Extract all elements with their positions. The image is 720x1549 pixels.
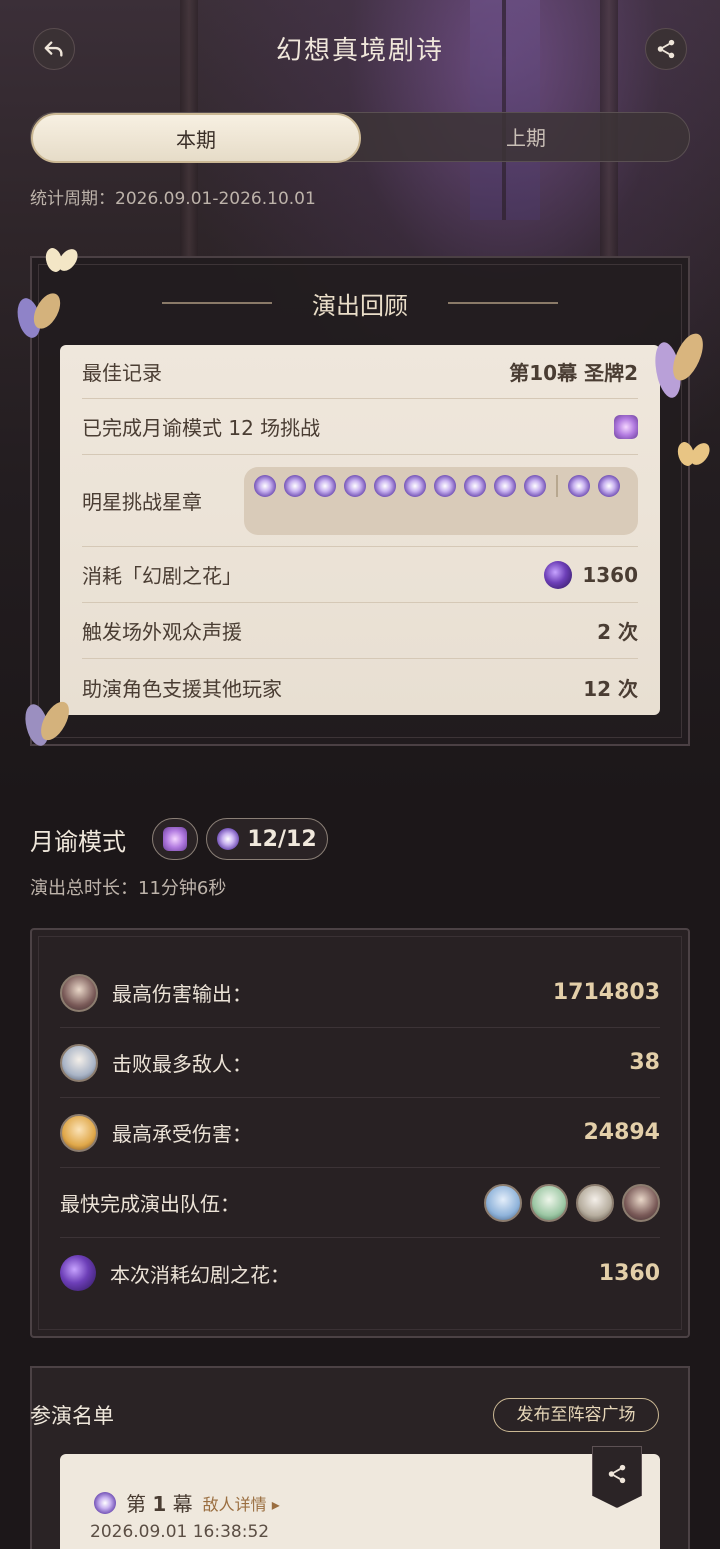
ornament-left xyxy=(162,302,272,304)
review-title-row: 演出回顾 xyxy=(32,286,688,322)
max-taken-value: 24894 xyxy=(583,1120,660,1145)
flower-icon xyxy=(544,560,573,589)
star-badge-icon xyxy=(284,474,306,497)
character-avatar[interactable] xyxy=(484,1183,522,1222)
roster-title: 参演名单 xyxy=(30,1404,114,1428)
support-label: 助演角色支援其他玩家 xyxy=(82,676,282,701)
star-badge-icon xyxy=(94,1491,116,1514)
tab-current[interactable]: 本期 xyxy=(31,113,361,163)
star-badge-icon xyxy=(464,474,486,497)
header: 幻想真境剧诗 xyxy=(0,0,720,96)
tab-previous[interactable]: 上期 xyxy=(361,113,691,163)
star-badge-icon xyxy=(314,474,336,497)
best-record-label: 最佳记录 xyxy=(82,361,162,385)
fastest-team-label: 最快完成演出队伍： xyxy=(60,1192,240,1216)
review-title: 演出回顾 xyxy=(312,292,408,320)
star-badge-icon xyxy=(217,828,240,850)
mode-title: 月谕模式 xyxy=(30,828,126,856)
badge-separator xyxy=(556,474,558,497)
best-record-value: 第10幕 圣牌2 xyxy=(509,361,638,385)
character-avatar[interactable] xyxy=(576,1183,614,1222)
flowers-used-row: 本次消耗幻剧之花： 1360 xyxy=(60,1238,660,1308)
character-avatar[interactable] xyxy=(622,1183,660,1222)
fastest-team-avatars xyxy=(484,1183,660,1222)
star-badge-icon xyxy=(494,474,516,497)
roster-card: 第 1 幕 敌人详情 ▸ 2026.09.01 16:38:52 xyxy=(60,1454,660,1549)
review-card: 最佳记录 第10幕 圣牌2 已完成月谕模式 12 场挑战 明星挑战星章 消耗「幻… xyxy=(60,345,660,715)
mode-trophy-badge xyxy=(152,818,198,860)
ornament-right xyxy=(448,302,558,304)
share-icon xyxy=(657,39,675,59)
butterfly-icon xyxy=(649,329,708,412)
stat-period: 统计周期：2026.09.01-2026.10.01 xyxy=(30,189,316,209)
flowers-value: 1360 xyxy=(582,562,638,587)
best-record-row: 最佳记录 第10幕 圣牌2 xyxy=(82,345,638,399)
act-row: 第 1 幕 敌人详情 ▸ xyxy=(94,1488,280,1517)
trophy-icon xyxy=(163,827,187,851)
star-badge-label: 明星挑战星章 xyxy=(82,490,202,514)
flowers-used-label: 本次消耗幻剧之花： xyxy=(110,1262,290,1287)
star-badge-row: 明星挑战星章 xyxy=(82,455,638,547)
mode-progress: 12/12 xyxy=(247,826,317,852)
period-tabs: 本期 上期 xyxy=(30,112,691,163)
completed-row: 已完成月谕模式 12 场挑战 xyxy=(82,399,638,455)
completed-label: 已完成月谕模式 12 场挑战 xyxy=(82,416,321,440)
star-badge-icon xyxy=(524,474,546,497)
most-defeats-value: 38 xyxy=(629,1050,660,1075)
most-defeats-row: 击败最多敌人： 38 xyxy=(60,1028,660,1098)
star-badge-icon xyxy=(254,474,276,497)
most-defeats-label: 击败最多敌人： xyxy=(112,1052,252,1076)
star-badge-icon xyxy=(434,474,456,497)
star-badge-icon xyxy=(598,474,620,497)
act-timestamp: 2026.09.01 16:38:52 xyxy=(90,1522,270,1542)
page-title: 幻想真境剧诗 xyxy=(275,36,444,66)
star-badge-box xyxy=(244,466,638,535)
star-badge-icon xyxy=(374,474,396,497)
audience-row: 触发场外观众声援 2 次 xyxy=(82,603,638,659)
max-damage-value: 1714803 xyxy=(552,980,660,1005)
star-badge-icon xyxy=(344,474,366,497)
max-taken-label: 最高承受伤害： xyxy=(112,1122,252,1146)
flowers-used-value: 1360 xyxy=(598,1260,660,1286)
share-icon xyxy=(608,1464,626,1484)
star-badge-icon xyxy=(568,474,590,497)
act-label: 第 1 幕 xyxy=(126,1492,193,1516)
flowers-row: 消耗「幻剧之花」 1360 xyxy=(82,547,638,603)
mode-progress-badge: 12/12 xyxy=(206,818,328,860)
stats-panel: 最高伤害输出： 1714803 击败最多敌人： 38 最高承受伤害： 24894… xyxy=(30,928,690,1338)
enemy-details-link[interactable]: 敌人详情 ▸ xyxy=(203,1491,280,1515)
star-badge-icon xyxy=(404,474,426,497)
fastest-team-row: 最快完成演出队伍： xyxy=(60,1168,660,1238)
total-duration: 演出总时长：11分钟6秒 xyxy=(30,878,227,899)
publish-button[interactable]: 发布至阵容广场 xyxy=(493,1398,659,1432)
max-damage-label: 最高伤害输出： xyxy=(112,982,252,1006)
share-button[interactable] xyxy=(645,28,687,70)
trophy-icon xyxy=(614,414,638,439)
audience-value: 2 次 xyxy=(597,620,638,644)
audience-label: 触发场外观众声援 xyxy=(82,620,242,644)
support-row: 助演角色支援其他玩家 12 次 xyxy=(82,659,638,715)
max-taken-row: 最高承受伤害： 24894 xyxy=(60,1098,660,1168)
butterfly-icon xyxy=(41,244,81,278)
character-avatar xyxy=(60,1043,98,1082)
butterfly-icon xyxy=(11,289,64,348)
floating-share-button[interactable] xyxy=(592,1446,642,1508)
character-avatar xyxy=(60,973,98,1012)
character-avatar xyxy=(60,1113,98,1152)
max-damage-row: 最高伤害输出： 1714803 xyxy=(60,958,660,1028)
flowers-label: 消耗「幻剧之花」 xyxy=(82,564,242,588)
character-avatar[interactable] xyxy=(530,1183,568,1222)
butterfly-icon xyxy=(19,697,74,758)
butterfly-icon xyxy=(673,438,713,472)
flower-icon xyxy=(60,1255,96,1291)
support-value: 12 次 xyxy=(583,676,638,701)
